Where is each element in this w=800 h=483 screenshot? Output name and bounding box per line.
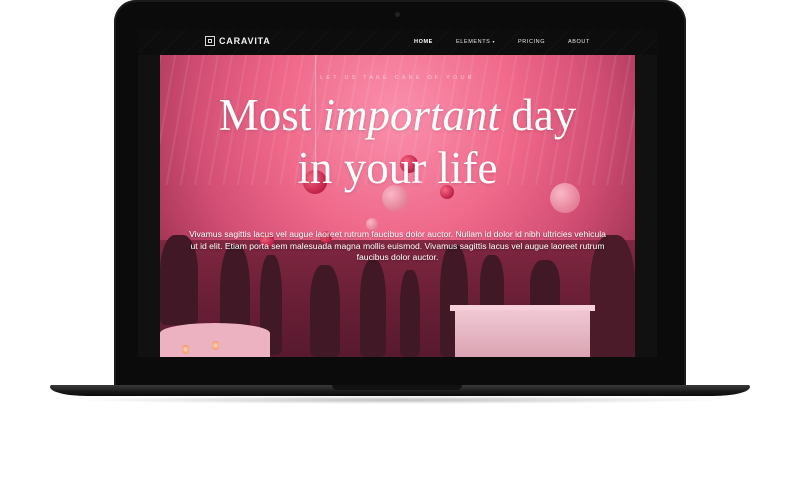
hero-title-start: Most <box>218 90 323 140</box>
hero-subheading: LET US TAKE CARE OF YOUR <box>320 75 475 81</box>
webcam-icon <box>395 12 400 17</box>
nav-item-home[interactable]: HOME <box>414 39 433 45</box>
hero-section: LET US TAKE CARE OF YOUR Most important … <box>160 55 635 357</box>
nav-item-elements-label: ELEMENTS <box>456 39 491 45</box>
hero-body-text: Vivamus sagittis lacus vel augue laoreet… <box>189 229 606 263</box>
top-navigation-bar: CARAVITA HOME ELEMENTS ▾ PRICING ABOUT <box>138 29 657 55</box>
main-nav: HOME ELEMENTS ▾ PRICING ABOUT <box>138 39 657 49</box>
laptop-shadow <box>70 396 730 404</box>
hero-title-line-1: Most important day <box>160 93 635 138</box>
chevron-down-icon: ▾ <box>492 39 496 44</box>
nav-item-elements[interactable]: ELEMENTS ▾ <box>456 39 495 45</box>
laptop-screen: CARAVITA HOME ELEMENTS ▾ PRICING ABOUT L… <box>138 29 657 357</box>
hero-title-emphasis: important <box>322 90 501 140</box>
laptop-hinge-notch <box>332 385 462 390</box>
nav-item-pricing[interactable]: PRICING <box>518 39 545 45</box>
hero-title-end: day <box>500 90 577 140</box>
nav-item-about[interactable]: ABOUT <box>568 39 590 45</box>
hero-title-line-2: in your life <box>297 143 498 193</box>
